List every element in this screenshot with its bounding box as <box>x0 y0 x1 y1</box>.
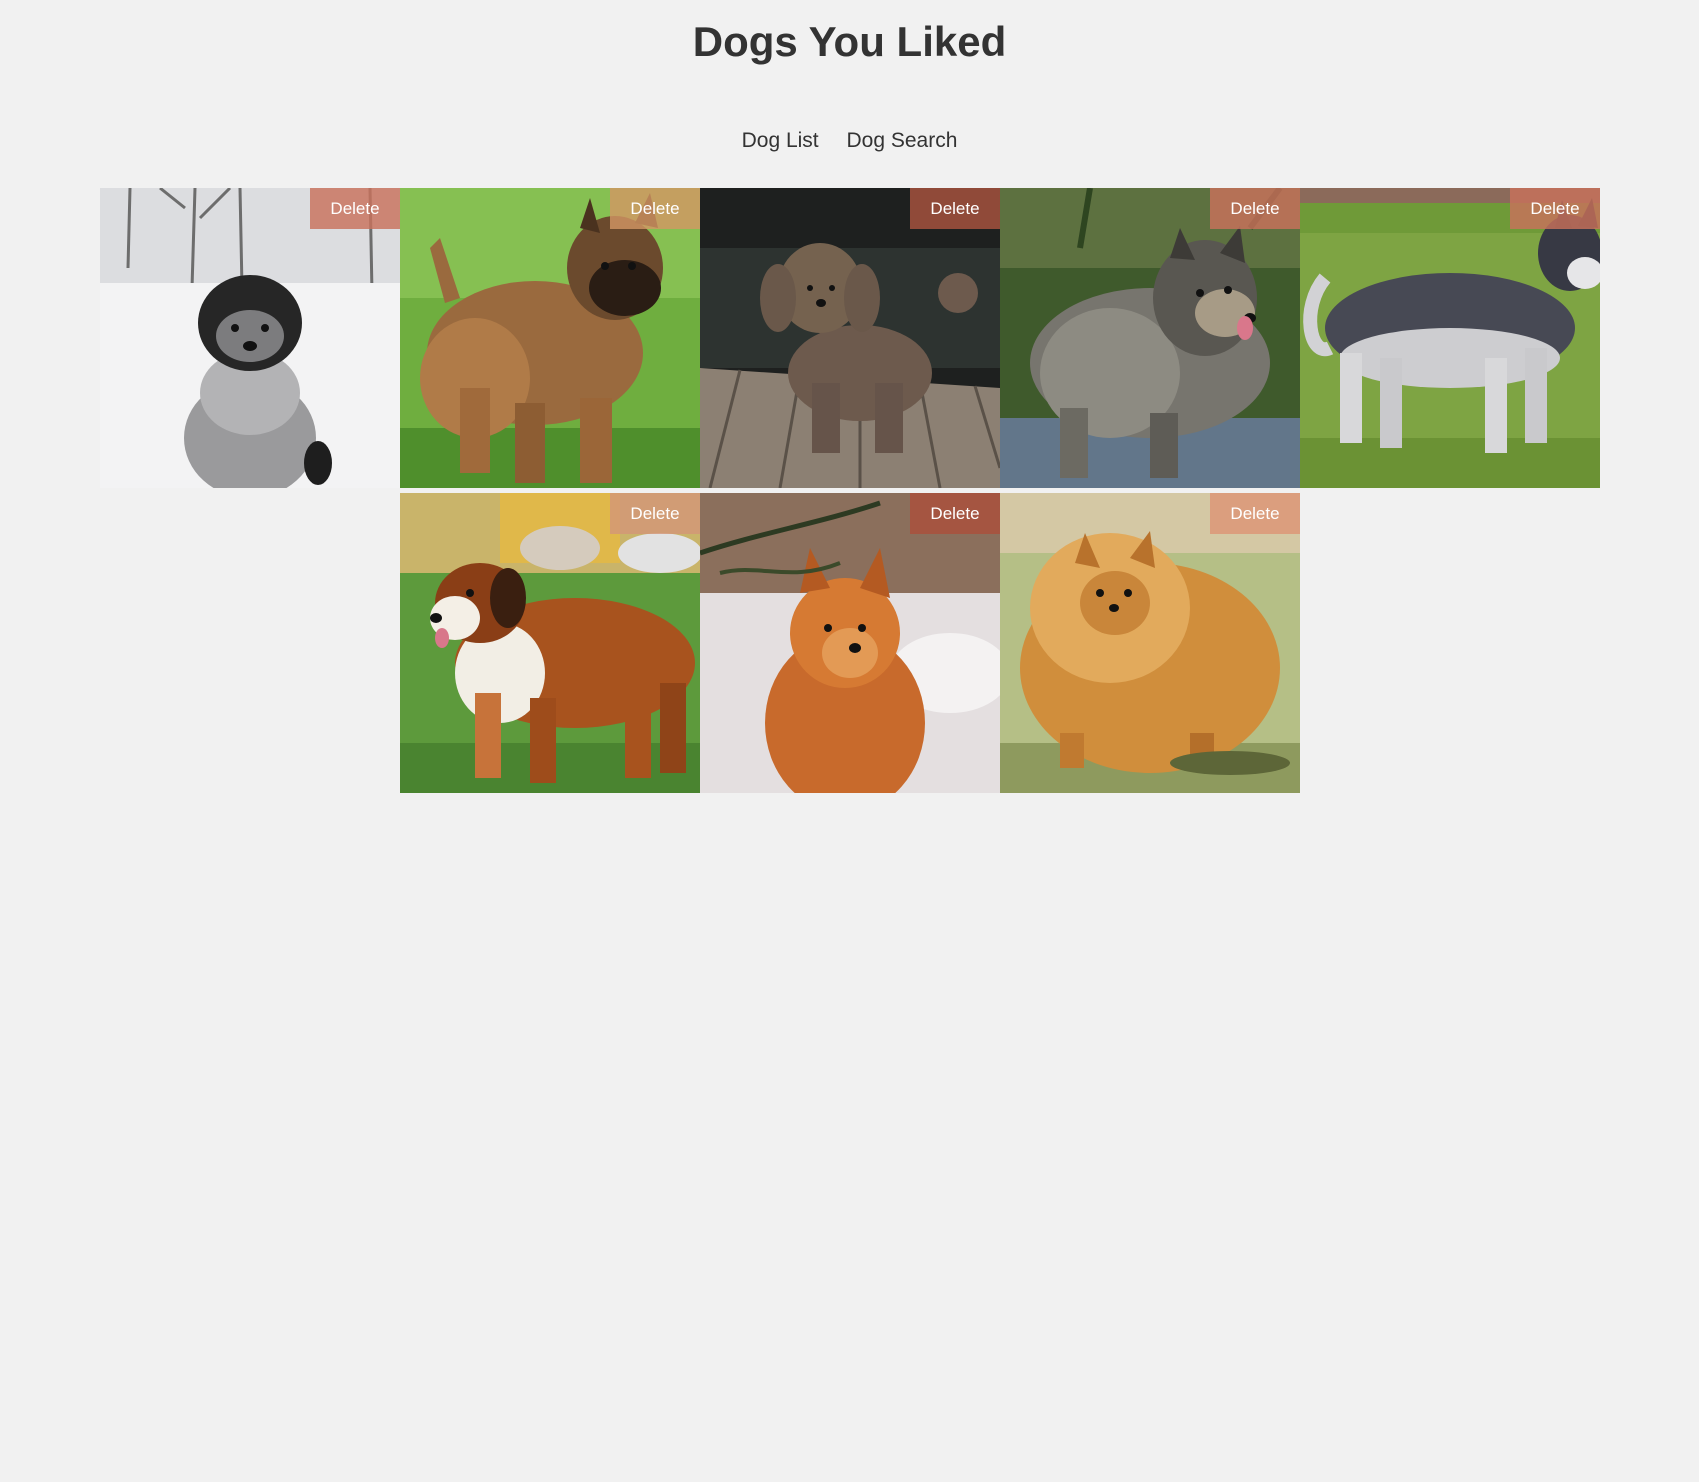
dog-photo <box>1000 493 1300 793</box>
delete-button[interactable]: Delete <box>610 493 700 534</box>
delete-button[interactable]: Delete <box>1510 188 1600 229</box>
page: Dogs You Liked Dog List Dog Search Delet… <box>0 0 1699 1482</box>
delete-button[interactable]: Delete <box>1210 188 1300 229</box>
main-nav: Dog List Dog Search <box>0 128 1699 154</box>
dog-photo <box>400 493 700 793</box>
delete-button[interactable]: Delete <box>610 188 700 229</box>
dog-card: Delete <box>700 188 1000 488</box>
dog-card: Delete <box>400 493 700 793</box>
delete-button[interactable]: Delete <box>1210 493 1300 534</box>
dog-photo <box>1000 188 1300 488</box>
dog-card: Delete <box>1000 493 1300 793</box>
dog-card: Delete <box>400 188 700 488</box>
dog-card: Delete <box>700 493 1000 793</box>
dog-photo <box>700 493 1000 793</box>
dog-card: Delete <box>1000 188 1300 488</box>
delete-button[interactable]: Delete <box>910 188 1000 229</box>
nav-link-dog-list[interactable]: Dog List <box>742 129 819 152</box>
dog-card: Delete <box>1300 188 1600 488</box>
delete-button[interactable]: Delete <box>910 493 1000 534</box>
dog-photo <box>400 188 700 488</box>
dog-card: Delete <box>100 188 400 488</box>
dog-photo <box>1300 188 1600 488</box>
dog-photo <box>700 188 1000 488</box>
liked-dogs-grid: Delete Delete Delete Delete Delete Delet… <box>100 188 1600 793</box>
dog-photo <box>100 188 400 488</box>
nav-link-dog-search[interactable]: Dog Search <box>846 129 957 152</box>
delete-button[interactable]: Delete <box>310 188 400 229</box>
page-title: Dogs You Liked <box>692 18 1007 65</box>
